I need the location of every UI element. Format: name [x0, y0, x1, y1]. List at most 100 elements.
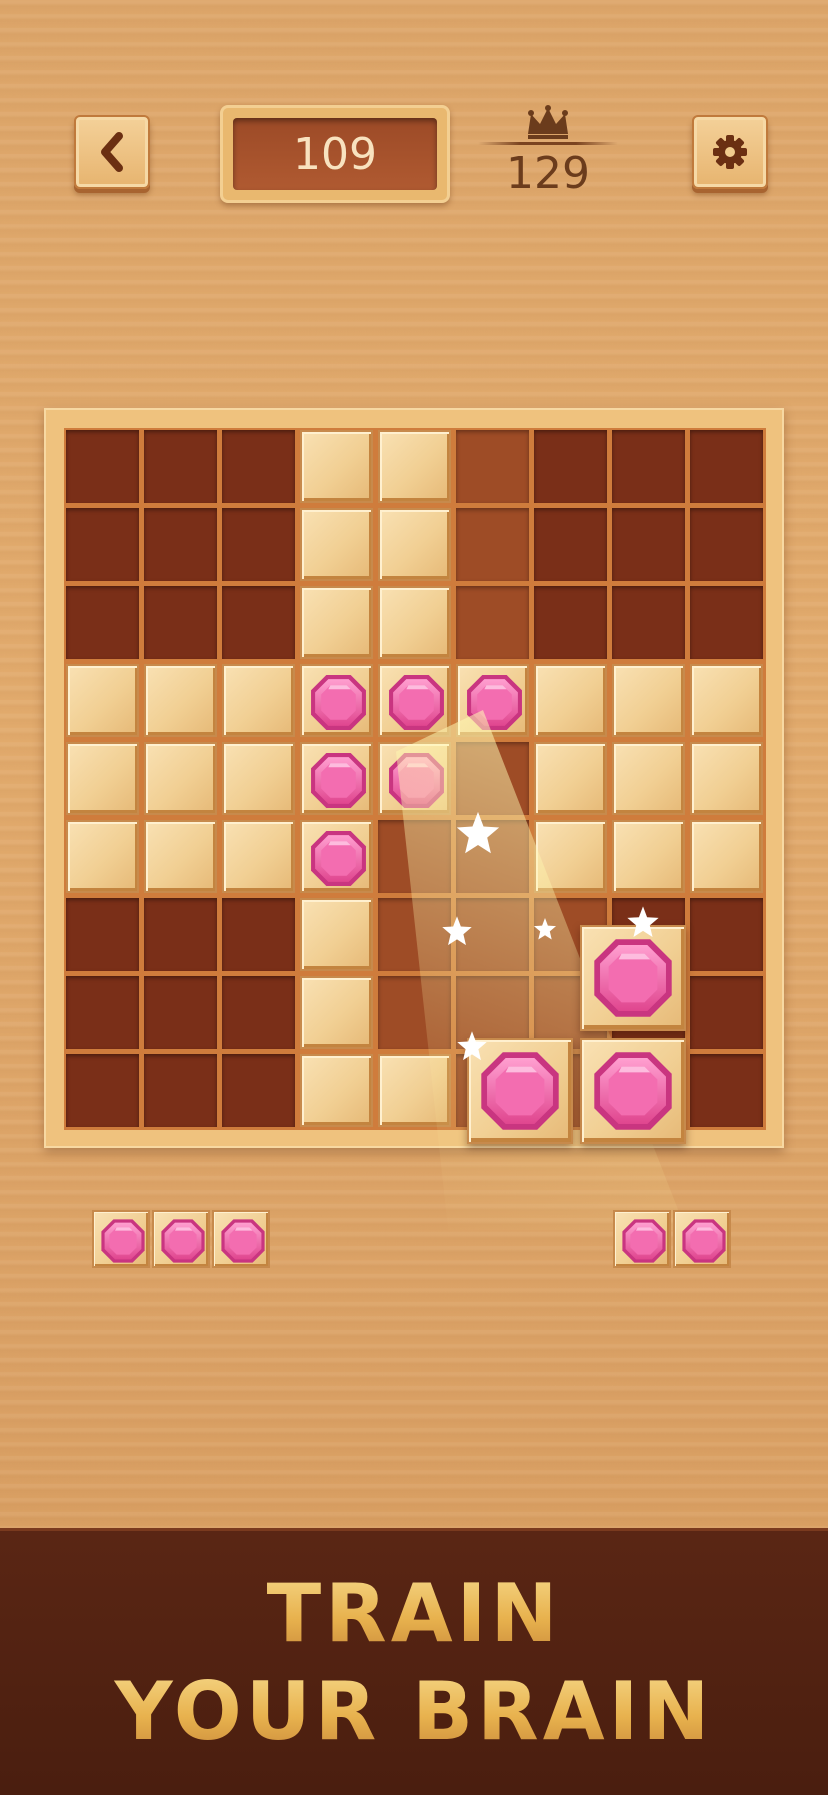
highlighted-empty-cell[interactable] — [456, 820, 529, 893]
empty-cell[interactable] — [144, 430, 217, 503]
back-button[interactable] — [74, 115, 150, 189]
wood-block-cell[interactable] — [144, 820, 217, 893]
empty-cell[interactable] — [66, 430, 139, 503]
wood-block-cell[interactable] — [690, 820, 763, 893]
current-score: 109 — [233, 118, 437, 190]
wood-block-cell[interactable] — [222, 664, 295, 737]
tray-gem-cell — [152, 1210, 210, 1268]
highlighted-empty-cell[interactable] — [378, 898, 451, 971]
highlighted-empty-cell[interactable] — [456, 508, 529, 581]
wood-block-cell[interactable] — [66, 664, 139, 737]
pink-gem-icon — [481, 1052, 559, 1130]
pink-gem-icon — [389, 753, 444, 808]
wood-block-cell[interactable] — [300, 508, 373, 581]
empty-cell[interactable] — [66, 1054, 139, 1127]
wood-block-cell[interactable] — [534, 664, 607, 737]
empty-cell[interactable] — [144, 898, 217, 971]
empty-cell[interactable] — [690, 1054, 763, 1127]
empty-cell[interactable] — [66, 898, 139, 971]
empty-cell[interactable] — [690, 976, 763, 1049]
wood-block-cell[interactable] — [300, 430, 373, 503]
wood-block-cell[interactable] — [222, 742, 295, 815]
empty-cell[interactable] — [690, 508, 763, 581]
wood-block-cell[interactable] — [612, 664, 685, 737]
wood-block-cell[interactable] — [612, 820, 685, 893]
tray-gem-cell — [673, 1210, 731, 1268]
moving-gem-block[interactable] — [580, 925, 686, 1031]
promo-banner: TRAIN YOUR BRAIN — [0, 1528, 828, 1795]
highlighted-empty-cell[interactable] — [456, 742, 529, 815]
wood-block-cell[interactable] — [222, 820, 295, 893]
best-score-value: 129 — [506, 148, 590, 199]
settings-button[interactable] — [692, 115, 768, 189]
wood-block-cell[interactable] — [690, 742, 763, 815]
empty-cell[interactable] — [144, 1054, 217, 1127]
empty-cell[interactable] — [66, 508, 139, 581]
pink-gem-icon — [101, 1219, 145, 1263]
banner-title-line1: TRAIN — [0, 1567, 828, 1660]
pink-gem-icon — [311, 753, 366, 808]
empty-cell[interactable] — [144, 586, 217, 659]
wood-block-cell[interactable] — [378, 1054, 451, 1127]
chevron-left-icon — [101, 132, 123, 172]
empty-cell[interactable] — [612, 508, 685, 581]
pink-gem-icon — [594, 1052, 672, 1130]
wood-block-cell[interactable] — [534, 742, 607, 815]
empty-cell[interactable] — [222, 898, 295, 971]
wood-block-cell[interactable] — [690, 664, 763, 737]
pink-gem-icon — [161, 1219, 205, 1263]
gem-block-cell[interactable] — [300, 820, 373, 893]
wood-block-cell[interactable] — [378, 508, 451, 581]
wood-block-cell[interactable] — [300, 898, 373, 971]
pink-gem-icon — [594, 939, 672, 1017]
wood-block-cell[interactable] — [378, 586, 451, 659]
wood-block-cell[interactable] — [300, 976, 373, 1049]
highlighted-empty-cell[interactable] — [456, 586, 529, 659]
empty-cell[interactable] — [534, 430, 607, 503]
empty-cell[interactable] — [222, 1054, 295, 1127]
pink-gem-icon — [221, 1219, 265, 1263]
wood-block-cell[interactable] — [534, 820, 607, 893]
empty-cell[interactable] — [222, 430, 295, 503]
highlighted-empty-cell[interactable] — [378, 820, 451, 893]
wood-block-cell[interactable] — [66, 742, 139, 815]
gem-block-cell[interactable] — [378, 664, 451, 737]
highlighted-empty-cell[interactable] — [456, 430, 529, 503]
wood-block-cell[interactable] — [612, 742, 685, 815]
empty-cell[interactable] — [690, 430, 763, 503]
wood-block-cell[interactable] — [144, 742, 217, 815]
gem-block-cell[interactable] — [300, 664, 373, 737]
empty-cell[interactable] — [66, 586, 139, 659]
empty-cell[interactable] — [612, 586, 685, 659]
tray-piece-two-gems[interactable] — [613, 1210, 733, 1268]
best-divider — [478, 142, 618, 145]
gear-icon — [713, 135, 747, 169]
score-display: 109 — [220, 105, 450, 203]
wood-block-cell[interactable] — [144, 664, 217, 737]
highlighted-empty-cell[interactable] — [378, 976, 451, 1049]
empty-cell[interactable] — [144, 508, 217, 581]
gem-block-cell[interactable] — [456, 664, 529, 737]
gem-block-cell[interactable] — [300, 742, 373, 815]
banner-title-line2: YOUR BRAIN — [0, 1665, 828, 1758]
empty-cell[interactable] — [612, 430, 685, 503]
highlighted-empty-cell[interactable] — [456, 898, 529, 971]
empty-cell[interactable] — [144, 976, 217, 1049]
moving-gem-block[interactable] — [580, 1038, 686, 1144]
empty-cell[interactable] — [534, 508, 607, 581]
wood-block-cell[interactable] — [378, 430, 451, 503]
empty-cell[interactable] — [690, 898, 763, 971]
wood-block-cell[interactable] — [66, 820, 139, 893]
empty-cell[interactable] — [222, 976, 295, 1049]
wood-block-cell[interactable] — [300, 1054, 373, 1127]
moving-gem-block[interactable] — [467, 1038, 573, 1144]
empty-cell[interactable] — [534, 586, 607, 659]
pink-gem-icon — [467, 675, 522, 730]
empty-cell[interactable] — [690, 586, 763, 659]
empty-cell[interactable] — [222, 508, 295, 581]
empty-cell[interactable] — [66, 976, 139, 1049]
wood-block-cell[interactable] — [300, 586, 373, 659]
tray-piece-three-gems[interactable] — [92, 1210, 272, 1268]
empty-cell[interactable] — [222, 586, 295, 659]
gem-block-cell[interactable] — [378, 742, 451, 815]
